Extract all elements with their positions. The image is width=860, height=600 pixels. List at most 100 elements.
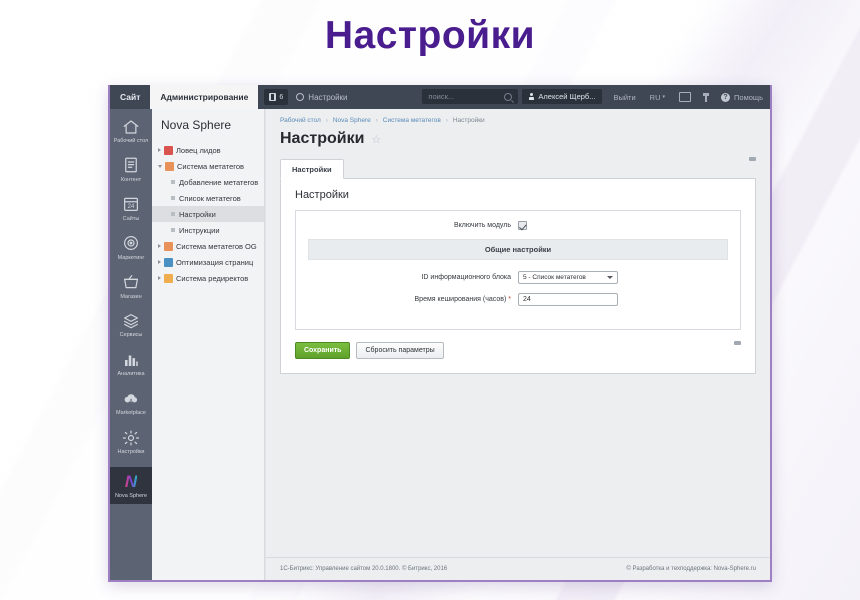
tree-item-label: Система метатегов — [177, 161, 244, 171]
star-icon[interactable]: ☆ — [371, 133, 381, 146]
breadcrumb: Рабочий стол › Nova Sphere › Система метатег… — [280, 117, 756, 124]
breadcrumb-item[interactable]: Nova Sphere — [333, 117, 371, 124]
tab-strip: Настройки — [280, 157, 756, 179]
page-hero-title: Настройки — [324, 14, 536, 57]
tree-item-label: Настройки — [179, 209, 216, 219]
sidebar-item-label: Контент — [120, 176, 142, 183]
breadcrumb-item[interactable]: Рабочий стол — [280, 117, 321, 124]
tab-settings[interactable]: Настройки — [280, 159, 344, 179]
logout-link[interactable]: Выйти — [606, 85, 642, 109]
sidebar-item-home[interactable]: Рабочий стол — [110, 117, 152, 145]
search-icon[interactable] — [504, 92, 513, 101]
tree-item[interactable]: Система метатегов — [152, 158, 264, 174]
tree-item[interactable]: Система редиректов — [152, 270, 264, 286]
tree-sidebar: Nova Sphere Ловец лидов Система метатегов… — [152, 109, 265, 580]
tree-item-label: Список метатегов — [179, 193, 241, 203]
search-box[interactable]: поиск... — [422, 89, 519, 104]
tree-item-label: Ловец лидов — [176, 145, 221, 155]
panel-title: Настройки — [295, 189, 349, 201]
sidebar-item-nova-n[interactable]: N Nova Sphere — [110, 466, 152, 504]
form-actions: Сохранить Сбросить параметры — [295, 341, 741, 359]
save-button[interactable]: Сохранить — [295, 341, 351, 359]
page-title: Настройки — [280, 130, 365, 147]
sidebar-item-gear[interactable]: Настройки — [110, 428, 152, 456]
tree-list: Ловец лидов Система метатегов Добавление м… — [152, 142, 264, 286]
tree-folder-icon — [164, 257, 173, 267]
content-area: Рабочий стол › Nova Sphere › Система метатег… — [265, 109, 770, 580]
badge-count: 6 — [279, 93, 284, 101]
tree-item[interactable]: Оптимизация страниц — [152, 254, 264, 270]
enable-module-row: Включить модуль — [308, 221, 728, 230]
enable-module-label: Включить модуль — [453, 222, 511, 229]
chevron-right-icon[interactable] — [158, 276, 161, 280]
breadcrumb-item[interactable]: Система метатегов — [383, 117, 441, 124]
footer-left-text: 1С-Битрикс: Управление сайтом 20.0.1800.… — [280, 566, 448, 572]
sidebar-item-cloud-download[interactable]: Marketplace — [110, 389, 152, 417]
layers-icon — [122, 311, 141, 330]
nova-n-icon: N — [124, 471, 138, 491]
language-label: RU — [649, 92, 661, 102]
chevron-right-icon[interactable] — [158, 260, 161, 264]
topbar-settings-link[interactable]: Настройки — [288, 85, 355, 109]
settings-form: Включить модуль Общие настройки ID инфор… — [295, 210, 741, 330]
tree-item[interactable]: Система метатегов OG — [152, 238, 264, 254]
user-menu-button[interactable]: Алексей Щерб... — [522, 89, 603, 104]
panel-pin-button[interactable] — [731, 341, 741, 359]
admin-topbar: Сайт Администрирование 6 Настройки поиск… — [110, 85, 770, 109]
user-name-label: Алексей Щерб... — [538, 92, 596, 101]
sidebar-item-document[interactable]: Контент — [110, 156, 152, 184]
gear-icon — [122, 428, 141, 447]
cache-time-row: Время кеширования (часов) * 24 — [308, 293, 728, 306]
basket-icon — [122, 273, 141, 292]
tree-item[interactable]: Добавление метатегов — [152, 174, 264, 190]
browser-window: Сайт Администрирование 6 Настройки поиск… — [108, 85, 772, 582]
topbar-notification-badge[interactable]: 6 — [264, 89, 289, 105]
tree-folder-icon — [165, 161, 174, 171]
sidebar-item-basket[interactable]: Магазин — [110, 273, 152, 301]
sidebar-item-target[interactable]: Маркетинг — [110, 234, 152, 262]
sidebar-item-label: Сервисы — [119, 332, 143, 339]
cache-time-label: Время кеширования (часов) * — [308, 296, 518, 303]
sidebar-item-bar-chart[interactable]: Аналитика — [110, 350, 152, 378]
tree-bullet-icon — [171, 212, 175, 216]
iblock-id-select[interactable]: 5 - Список метатегов — [518, 271, 618, 284]
svg-text:24: 24 — [128, 204, 135, 210]
window-mode-button[interactable] — [672, 85, 698, 109]
cache-time-input[interactable]: 24 — [518, 293, 618, 306]
sidebar-item-layers[interactable]: Сервисы — [110, 311, 152, 339]
topbar-tab-site[interactable]: Сайт — [110, 85, 150, 109]
iblock-id-row: ID информационного блока 5 - Список мета… — [308, 271, 728, 284]
target-icon — [122, 234, 141, 253]
tree-item-label: Оптимизация страниц — [176, 257, 254, 267]
sidebar-item-label: Настройки — [117, 449, 145, 455]
iblock-id-label: ID информационного блока — [421, 274, 511, 281]
tree-item[interactable]: Настройки — [152, 206, 264, 222]
topbar-tab-admin[interactable]: Администрирование — [150, 85, 259, 109]
chevron-right-icon[interactable] — [158, 148, 161, 152]
sidebar-item-label: Магазин — [120, 293, 142, 300]
iblock-id-value: 5 - Список метатегов — [523, 274, 586, 281]
cloud-download-icon — [122, 389, 141, 408]
tree-item-label: Система метатегов OG — [176, 241, 257, 251]
tab-pin-button[interactable] — [746, 157, 756, 178]
breadcrumb-separator: › — [325, 117, 328, 124]
topbar-pin-button[interactable] — [698, 85, 714, 109]
chevron-right-icon[interactable] — [158, 244, 161, 248]
tree-item[interactable]: Список метатегов — [152, 190, 264, 206]
tree-item[interactable]: Инструкции — [152, 222, 264, 238]
tree-bullet-icon — [171, 228, 175, 232]
search-input[interactable]: поиск... — [428, 92, 504, 101]
help-link[interactable]: ? Помощь — [714, 85, 770, 109]
breadcrumb-separator: › — [375, 117, 378, 124]
enable-module-checkbox[interactable] — [518, 221, 527, 230]
reset-params-button[interactable]: Сбросить параметры — [356, 341, 444, 359]
home-icon — [122, 117, 141, 136]
tree-item[interactable]: Ловец лидов — [152, 142, 264, 158]
content-scroll: Рабочий стол › Nova Sphere › Система метатег… — [266, 109, 770, 557]
sidebar-item-label: Рабочий стол — [113, 138, 149, 144]
sidebar-item-calendar-24[interactable]: 24 Сайты — [110, 195, 152, 223]
topbar-settings-label: Настройки — [308, 92, 348, 102]
language-selector[interactable]: RU ▾ — [643, 85, 672, 109]
chevron-down-icon[interactable] — [158, 164, 162, 168]
